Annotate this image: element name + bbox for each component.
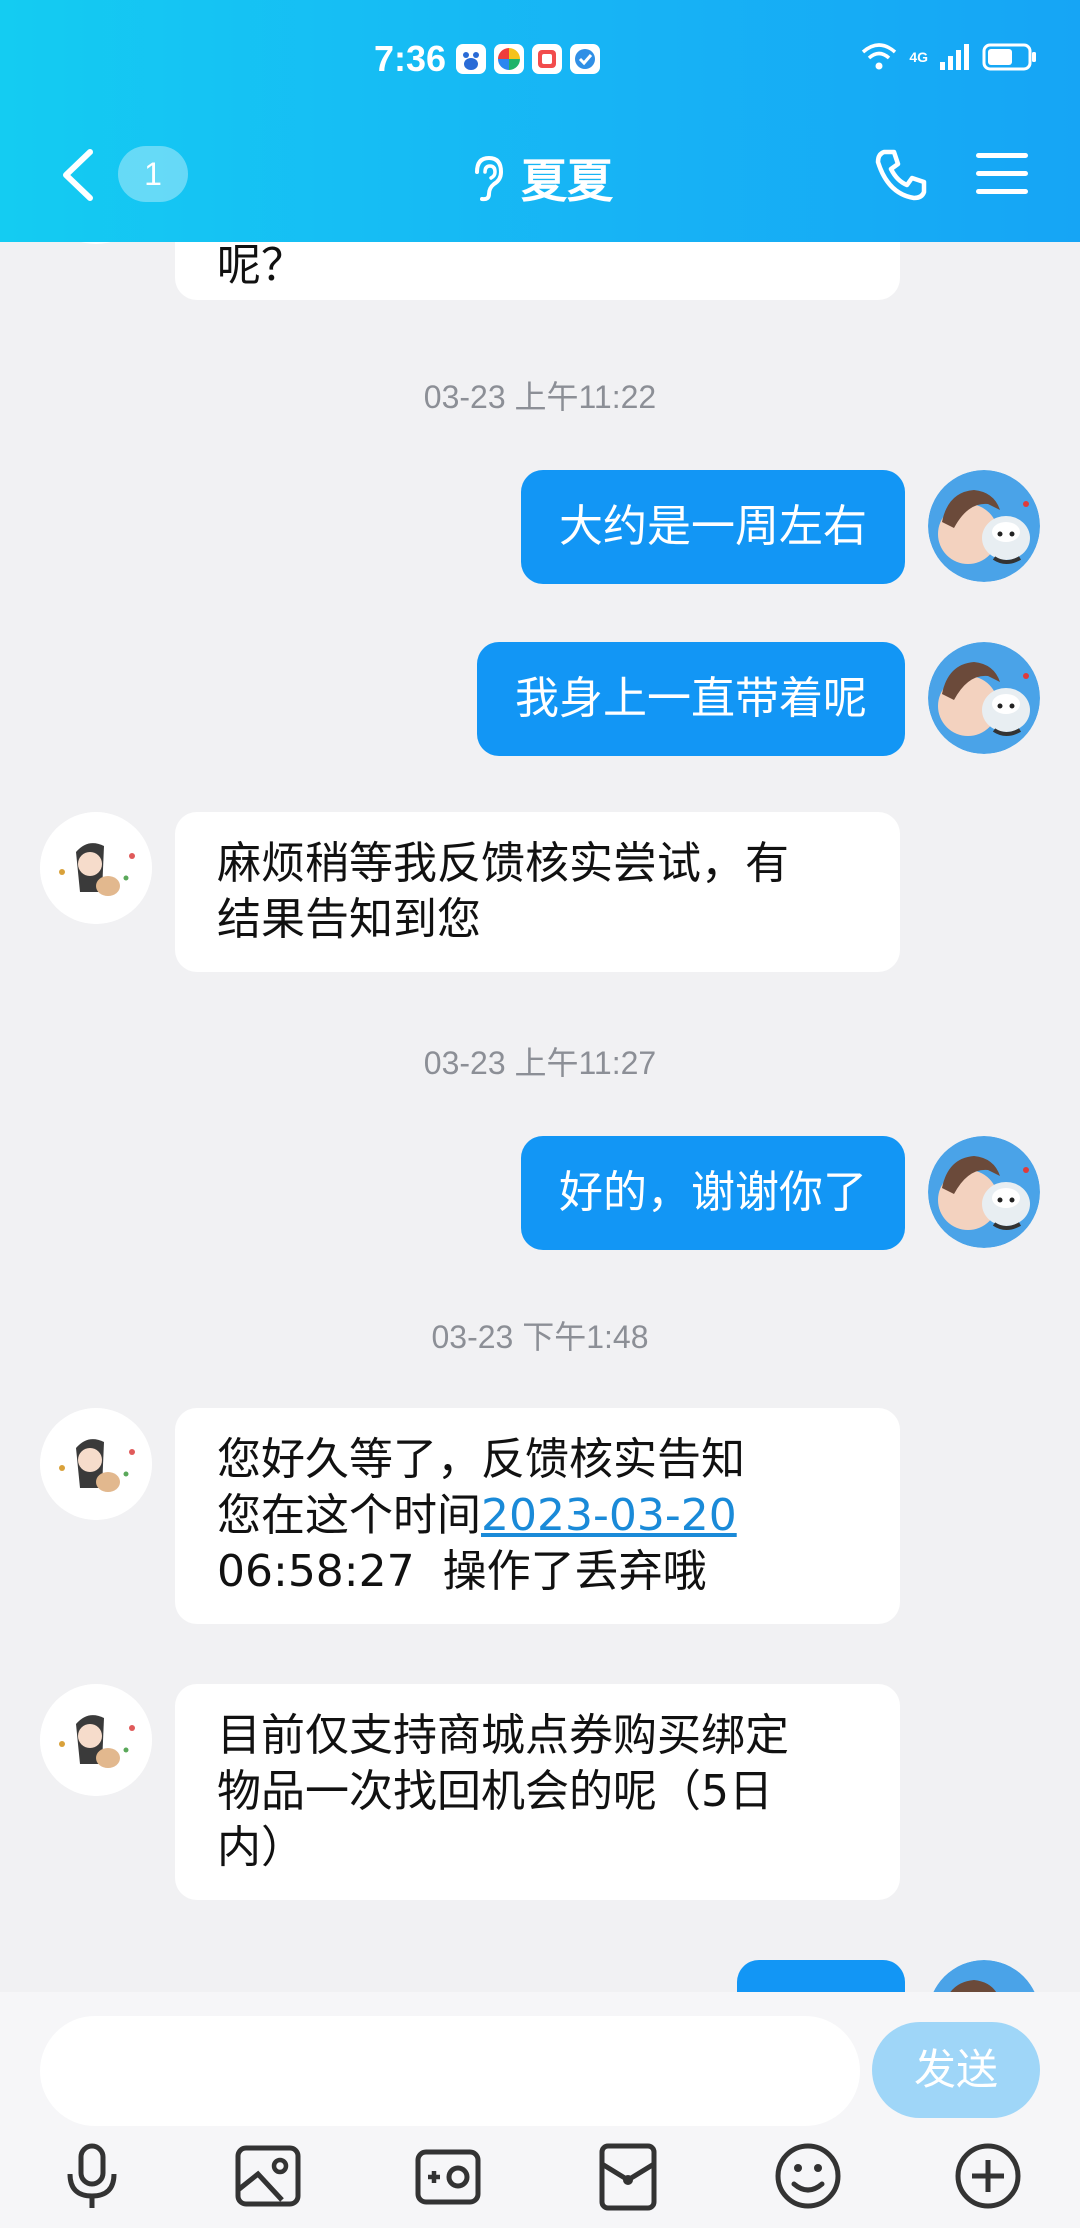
contact-avatar[interactable] xyxy=(40,812,152,924)
chat-message-list[interactable]: 呢？ 03-23 上午11:22 大约是一周左右 我身上一直带着呢 麻烦稍等我反… xyxy=(0,242,1080,1992)
red-app-icon xyxy=(532,44,562,74)
menu-icon[interactable] xyxy=(974,150,1030,198)
message-timestamp: 03-23 下午1:48 xyxy=(431,1319,649,1355)
message-line: 内） xyxy=(217,1822,305,1873)
incoming-message[interactable]: 呢？ xyxy=(175,242,900,300)
message-composer: 发送 xyxy=(0,1992,1080,2228)
message-line: 06:58:27 操作了丢弃哦 xyxy=(217,1546,707,1597)
outgoing-message[interactable]: 大约是一周左右 xyxy=(521,470,905,584)
baidu-icon xyxy=(456,44,486,74)
phone-icon[interactable] xyxy=(872,146,930,204)
user-avatar[interactable] xyxy=(928,1960,1040,1992)
wifi-icon xyxy=(862,43,897,70)
colorful-app-icon xyxy=(494,44,524,74)
header-bar: 7:36 4G 1 夏夏 xyxy=(0,0,1080,242)
message-input[interactable] xyxy=(40,2016,860,2126)
message-line: 目前仅支持商城点券购买绑定 xyxy=(217,1710,789,1761)
emoji-icon[interactable] xyxy=(772,2140,844,2212)
red-packet-icon[interactable] xyxy=(592,2140,664,2212)
contact-avatar[interactable] xyxy=(40,1684,152,1796)
image-icon[interactable] xyxy=(232,2140,304,2212)
outgoing-message[interactable]: 好的，谢谢你了 xyxy=(521,1136,905,1250)
message-text: 您在这个时间 xyxy=(217,1490,481,1541)
message-line: 结果告知到您 xyxy=(217,894,481,945)
incoming-message[interactable]: 目前仅支持商城点券购买绑定 物品一次找回机会的呢（5日 内） xyxy=(175,1684,900,1900)
network-type: 4G xyxy=(909,49,928,65)
status-time: 7:36 xyxy=(374,38,447,79)
composer-toolbar xyxy=(0,2140,1080,2220)
message-line: 物品一次找回机会的呢（5日 xyxy=(217,1766,773,1817)
message-line: 麻烦稍等我反馈核实尝试，有 xyxy=(217,838,789,889)
plus-icon[interactable] xyxy=(952,2140,1024,2212)
message-timestamp: 03-23 上午11:22 xyxy=(423,379,657,415)
contact-avatar[interactable] xyxy=(40,242,152,244)
signal-icon xyxy=(940,44,969,70)
date-link[interactable]: 2023-03-20 xyxy=(481,1490,737,1541)
incoming-message[interactable]: 您好久等了，反馈核实告知 您在这个时间2023-03-20 06:58:27 操… xyxy=(175,1408,900,1624)
status-app-icons xyxy=(456,44,600,74)
incoming-message[interactable]: 麻烦稍等我反馈核实尝试，有 结果告知到您 xyxy=(175,812,900,972)
message-timestamp: 03-23 上午11:27 xyxy=(423,1045,657,1081)
microphone-icon[interactable] xyxy=(56,2140,128,2212)
outgoing-message[interactable] xyxy=(737,1960,905,1992)
battery-icon xyxy=(982,43,1036,71)
blue-app-icon xyxy=(570,44,600,74)
ear-icon xyxy=(475,155,504,202)
contact-avatar[interactable] xyxy=(40,1408,152,1520)
send-button[interactable]: 发送 xyxy=(872,2022,1040,2118)
message-line: 您好久等了，反馈核实告知 xyxy=(217,1434,745,1485)
user-avatar[interactable] xyxy=(928,470,1040,582)
outgoing-message[interactable]: 我身上一直带着呢 xyxy=(477,642,905,756)
message-line: 您在这个时间2023-03-20 xyxy=(217,1488,858,1544)
message-line: 呢？ xyxy=(217,242,305,291)
camera-icon[interactable] xyxy=(412,2140,484,2212)
status-right-icons: 4G xyxy=(859,42,1038,72)
user-avatar[interactable] xyxy=(928,642,1040,754)
user-avatar[interactable] xyxy=(928,1136,1040,1248)
contact-name: 夏夏 xyxy=(521,154,613,208)
